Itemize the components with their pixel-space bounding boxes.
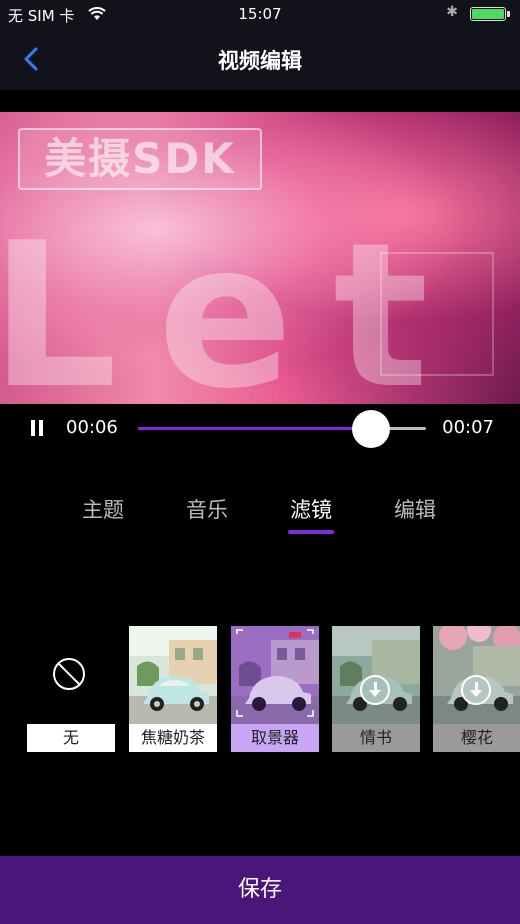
filter-item-none[interactable]: 无 bbox=[27, 626, 115, 754]
current-time: 00:06 bbox=[66, 417, 118, 438]
tab-filter[interactable]: 滤镜 bbox=[266, 494, 356, 534]
tab-theme[interactable]: 主题 bbox=[58, 494, 148, 524]
filter-label: 取景器 bbox=[231, 724, 319, 752]
filter-thumbnail bbox=[231, 626, 319, 724]
filter-item-viewfinder[interactable]: 取景器 bbox=[231, 626, 319, 754]
none-icon bbox=[53, 658, 85, 690]
filter-label: 无 bbox=[27, 724, 115, 752]
filter-label: 情书 bbox=[332, 724, 420, 752]
total-time: 00:07 bbox=[442, 417, 494, 438]
filter-label: 樱花 bbox=[433, 724, 520, 752]
watermark: 美摄SDK bbox=[18, 128, 262, 190]
filter-thumbnail bbox=[129, 626, 217, 724]
filter-item-sakura[interactable]: 樱花 bbox=[433, 626, 520, 754]
page-title: 视频编辑 bbox=[218, 49, 302, 73]
edit-tabs: 主题 音乐 滤镜 编辑 bbox=[0, 488, 520, 542]
filter-thumbnail bbox=[332, 626, 420, 724]
bluetooth-icon: ✱ bbox=[446, 4, 458, 20]
filter-item-love-letter[interactable]: 情书 bbox=[332, 626, 420, 754]
tab-label: 主题 bbox=[82, 498, 124, 522]
save-button[interactable]: 保存 bbox=[0, 856, 520, 924]
filter-label: 焦糖奶茶 bbox=[129, 724, 217, 752]
filter-item-caramel[interactable]: 焦糖奶茶 bbox=[129, 626, 217, 754]
progress-thumb[interactable] bbox=[352, 410, 391, 448]
car-photo bbox=[129, 626, 217, 724]
car-photo bbox=[231, 626, 319, 724]
filter-thumbnail bbox=[27, 626, 115, 724]
battery-icon bbox=[470, 7, 510, 21]
video-frame-decoration bbox=[380, 252, 494, 376]
filter-thumbnail bbox=[433, 626, 520, 724]
status-time: 15:07 bbox=[238, 5, 282, 23]
tab-label: 音乐 bbox=[186, 498, 228, 522]
tab-label: 滤镜 bbox=[290, 498, 332, 522]
video-preview[interactable]: Let 美摄SDK bbox=[0, 112, 520, 404]
filter-list[interactable]: 无 焦糖奶茶 取景器 情书 樱花 bbox=[0, 626, 520, 754]
progress-slider[interactable] bbox=[138, 410, 426, 448]
player-controls: 00:06 00:07 bbox=[0, 404, 520, 452]
nav-bar: 视频编辑 bbox=[0, 28, 520, 90]
status-bar: 无 SIM 卡 15:07 ✱ bbox=[0, 0, 520, 28]
pause-icon[interactable] bbox=[26, 418, 48, 440]
download-icon[interactable] bbox=[461, 675, 491, 705]
tab-music[interactable]: 音乐 bbox=[162, 494, 252, 524]
download-icon[interactable] bbox=[360, 675, 390, 705]
battery-fill bbox=[472, 9, 504, 19]
tab-active-indicator bbox=[288, 530, 334, 534]
tab-edit[interactable]: 编辑 bbox=[370, 494, 460, 524]
tab-label: 编辑 bbox=[394, 498, 436, 522]
progress-played bbox=[138, 427, 372, 430]
